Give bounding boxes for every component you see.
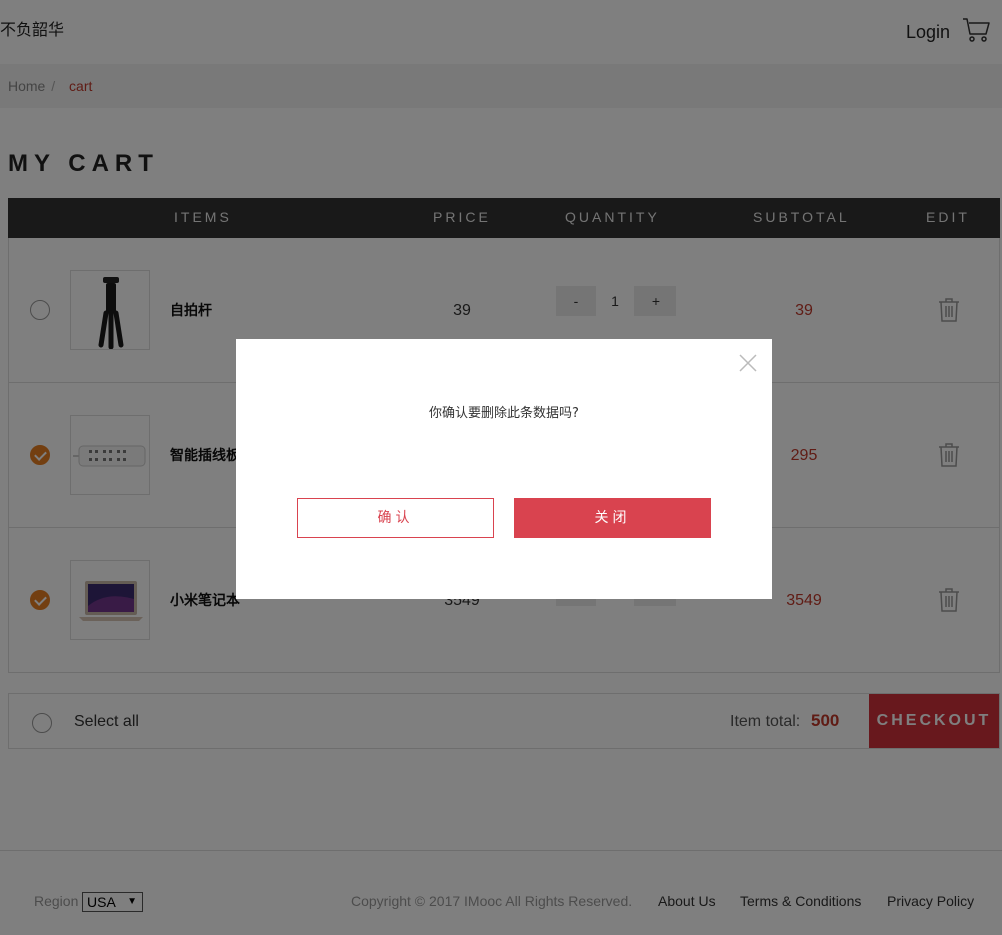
dialog-message: 你确认要删除此条数据吗? xyxy=(429,406,579,421)
close-button[interactable]: 关闭 xyxy=(514,498,711,538)
close-icon[interactable] xyxy=(738,353,758,373)
confirm-button[interactable]: 确认 xyxy=(297,498,494,538)
delete-confirm-dialog: 你确认要删除此条数据吗? 确认 关闭 xyxy=(236,339,772,599)
